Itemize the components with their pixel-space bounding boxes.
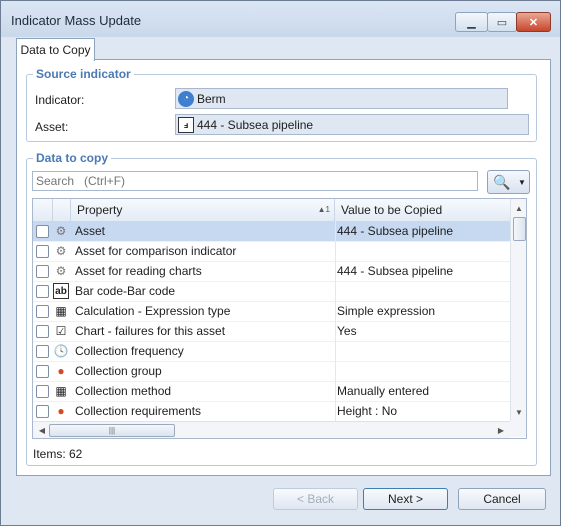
title-bar[interactable]: Indicator Mass Update ▁ ▭ ✕ xyxy=(1,1,560,37)
column-divider xyxy=(335,221,336,421)
header-property[interactable]: Property ▲1 xyxy=(71,199,335,221)
horizontal-scroll-thumb[interactable]: ||| xyxy=(49,424,175,437)
group-icon: ● xyxy=(57,404,65,418)
search-button[interactable]: 🔍 xyxy=(487,170,517,194)
back-button[interactable]: < Back xyxy=(273,488,358,510)
items-count: Items: 62 xyxy=(33,447,83,461)
asset-field: ⅎ 444 - Subsea pipeline xyxy=(175,114,529,135)
vertical-scroll-thumb[interactable] xyxy=(513,217,526,241)
maximize-icon: ▭ xyxy=(496,16,508,29)
header-icon-column[interactable] xyxy=(53,199,71,221)
horizontal-scrollbar[interactable]: ◀ ||| ▶ xyxy=(33,421,510,438)
chevron-down-icon: ▼ xyxy=(518,177,526,187)
table-row[interactable]: ● Collection group xyxy=(33,361,510,382)
gear-icon: ⚙ xyxy=(55,224,67,238)
group-icon: ● xyxy=(57,364,65,378)
cell-property: Asset xyxy=(75,224,106,238)
source-indicator-title: Source indicator xyxy=(33,67,134,81)
cell-value: Simple expression xyxy=(337,304,436,318)
cell-property: Bar code-Bar code xyxy=(75,284,176,298)
gear-icon: ⚙ xyxy=(55,264,67,278)
table-row[interactable]: ● Collection requirements Height : No xyxy=(33,401,510,422)
header-property-label: Property xyxy=(77,203,123,217)
tab-content-panel: Source indicator Indicator: ◔ Berm Asset… xyxy=(16,59,551,476)
checkbox-icon: ☑ xyxy=(55,324,67,338)
minimize-button[interactable]: ▁ xyxy=(455,12,488,32)
search-input[interactable] xyxy=(32,171,478,191)
indicator-mass-update-dialog: Indicator Mass Update ▁ ▭ ✕ Data to Copy… xyxy=(0,0,561,526)
header-value-label: Value to be Copied xyxy=(341,203,443,217)
properties-grid: Property ▲1 Value to be Copied ⚙ Asset 444… xyxy=(32,198,527,439)
row-checkbox[interactable] xyxy=(36,245,49,258)
table-row[interactable]: ☑ Chart - failures for this asset Yes xyxy=(33,321,510,342)
scroll-right-icon[interactable]: ▶ xyxy=(494,422,508,438)
table-row[interactable]: ⚙ Asset 444 - Subsea pipeline xyxy=(33,221,510,242)
gauge-icon: ◔ xyxy=(178,90,194,107)
row-checkbox[interactable] xyxy=(36,325,49,338)
asset-label: Asset: xyxy=(35,120,69,134)
cell-property: Collection method xyxy=(75,384,172,398)
indicator-value: Berm xyxy=(197,91,226,106)
sort-ascending-icon: ▲1 xyxy=(317,205,330,214)
row-checkbox[interactable] xyxy=(36,265,49,278)
calculator-icon: ▦ xyxy=(55,304,67,318)
calendar-clock-icon: 🕓 xyxy=(53,344,69,358)
cell-property: Chart - failures for this asset xyxy=(75,324,226,338)
gear-icon: ⚙ xyxy=(55,244,67,258)
scroll-down-icon[interactable]: ▼ xyxy=(511,405,526,419)
cell-property: Calculation - Expression type xyxy=(75,304,231,318)
cell-value: Manually entered xyxy=(337,384,430,398)
row-checkbox[interactable] xyxy=(36,305,49,318)
data-to-copy-title: Data to copy xyxy=(33,151,112,165)
cell-property: Collection group xyxy=(75,364,162,378)
cell-value: 444 - Subsea pipeline xyxy=(337,264,454,278)
table-row[interactable]: 🕓 Collection frequency xyxy=(33,341,510,362)
row-checkbox[interactable] xyxy=(36,385,49,398)
asset-value: 444 - Subsea pipeline xyxy=(197,117,314,132)
tab-data-to-copy[interactable]: Data to Copy xyxy=(16,38,95,61)
indicator-field: ◔ Berm xyxy=(175,88,508,109)
indicator-label: Indicator: xyxy=(35,93,85,107)
cell-value: Height : No xyxy=(337,404,398,418)
cell-property: Asset for reading charts xyxy=(75,264,202,278)
vertical-scrollbar[interactable]: ▲ ▼ xyxy=(510,199,526,421)
row-checkbox[interactable] xyxy=(36,225,49,238)
row-checkbox[interactable] xyxy=(36,405,49,418)
cell-property: Asset for comparison indicator xyxy=(75,244,237,258)
row-checkbox[interactable] xyxy=(36,345,49,358)
minimize-icon: ▁ xyxy=(467,16,476,29)
maximize-button[interactable]: ▭ xyxy=(487,12,517,32)
close-button[interactable]: ✕ xyxy=(516,12,551,32)
scroll-left-icon[interactable]: ◀ xyxy=(35,422,49,438)
cell-value: 444 - Subsea pipeline xyxy=(337,224,454,238)
source-indicator-group: Source indicator Indicator: ◔ Berm Asset… xyxy=(26,67,537,142)
asset-icon: ⅎ xyxy=(178,116,194,133)
grid-header: Property ▲1 Value to be Copied xyxy=(33,199,510,222)
cell-property: Collection frequency xyxy=(75,344,184,358)
table-row[interactable]: ab Bar code-Bar code xyxy=(33,281,510,302)
magnifier-icon: 🔍 xyxy=(493,173,511,190)
row-checkbox[interactable] xyxy=(36,285,49,298)
text-field-icon: ab xyxy=(53,283,69,299)
scrollbar-corner xyxy=(510,421,526,437)
header-checkbox-column[interactable] xyxy=(33,199,53,221)
cancel-button[interactable]: Cancel xyxy=(458,488,546,510)
cell-property: Collection requirements xyxy=(75,404,202,418)
cell-value: Yes xyxy=(337,324,357,338)
calculator-icon: ▦ xyxy=(55,384,67,398)
table-row[interactable]: ▦ Collection method Manually entered xyxy=(33,381,510,402)
window-title: Indicator Mass Update xyxy=(11,13,142,28)
scroll-up-icon[interactable]: ▲ xyxy=(511,201,526,215)
close-icon: ✕ xyxy=(528,16,539,29)
table-row[interactable]: ▦ Calculation - Expression type Simple exp… xyxy=(33,301,510,322)
search-options-dropdown[interactable]: ▼ xyxy=(515,170,530,194)
table-row[interactable]: ⚙ Asset for comparison indicator xyxy=(33,241,510,262)
next-button[interactable]: Next > xyxy=(363,488,448,510)
header-value-to-copy[interactable]: Value to be Copied xyxy=(335,199,510,221)
row-checkbox[interactable] xyxy=(36,365,49,378)
table-row[interactable]: ⚙ Asset for reading charts 444 - Subsea pi… xyxy=(33,261,510,282)
